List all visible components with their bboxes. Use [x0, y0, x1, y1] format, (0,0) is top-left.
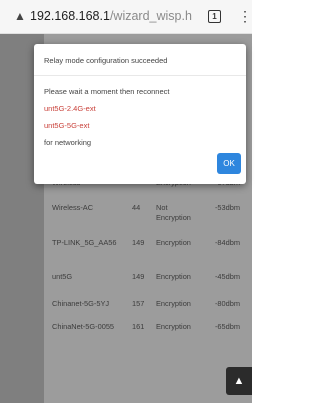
- scroll-to-top-button[interactable]: ▲: [226, 367, 252, 395]
- dialog-divider: [34, 75, 246, 76]
- encryption-cell: Not Encryption: [156, 203, 191, 222]
- extended-ssid-5g: unt5G-5G-ext: [44, 121, 90, 130]
- signal-cell: -84dbm: [214, 238, 240, 247]
- ok-button[interactable]: OK: [217, 153, 241, 174]
- dialog-message: Please wait a moment then reconnect: [44, 87, 170, 96]
- kebab-menu-icon[interactable]: ⋮: [238, 8, 252, 24]
- signal-cell: -45dbm: [214, 272, 240, 281]
- ssid-cell: ChinaNet-5G-0055: [52, 322, 115, 331]
- url-path: /wizard_wisp.h: [109, 9, 192, 23]
- channel-cell: 149: [132, 238, 145, 247]
- browser-address-bar[interactable]: ▲ 192.168.168.1/wizard_wisp.h 1 ⋮: [0, 0, 252, 34]
- signal-cell: -80dbm: [214, 299, 240, 308]
- url-field[interactable]: 192.168.168.1/wizard_wisp.h: [30, 9, 192, 23]
- dialog-title: Relay mode configuration succeeded: [44, 56, 168, 65]
- tab-count: 1: [212, 12, 217, 21]
- ssid-cell: Chinanet-5G-5YJ: [52, 299, 110, 308]
- dialog-suffix: for networking: [44, 138, 92, 147]
- encryption-cell: Encryption: [156, 299, 191, 308]
- chevron-up-icon: ▲: [233, 375, 245, 387]
- channel-cell: 44: [132, 203, 141, 212]
- extended-ssid-2g: unt5G-2.4G-ext: [44, 104, 96, 113]
- signal-cell: -65dbm: [214, 322, 240, 331]
- ssid-cell: Wireless-AC: [52, 203, 94, 212]
- ssid-cell: TP-LINK_5G_AA56: [52, 238, 117, 247]
- encryption-cell: Encryption: [156, 238, 191, 247]
- channel-cell: 157: [132, 299, 145, 308]
- warning-triangle-icon[interactable]: ▲: [14, 9, 28, 23]
- ssid-cell: unt5G: [52, 272, 73, 281]
- signal-cell: -53dbm: [214, 203, 240, 212]
- url-host: 192.168.168.1: [30, 9, 110, 23]
- encryption-cell: Encryption: [156, 322, 191, 331]
- channel-cell: 149: [132, 272, 145, 281]
- tab-switcher-icon[interactable]: 1: [208, 10, 221, 23]
- channel-cell: 161: [132, 322, 145, 331]
- encryption-cell: Encryption: [156, 272, 191, 281]
- success-dialog: Relay mode configuration succeeded Pleas…: [34, 44, 246, 184]
